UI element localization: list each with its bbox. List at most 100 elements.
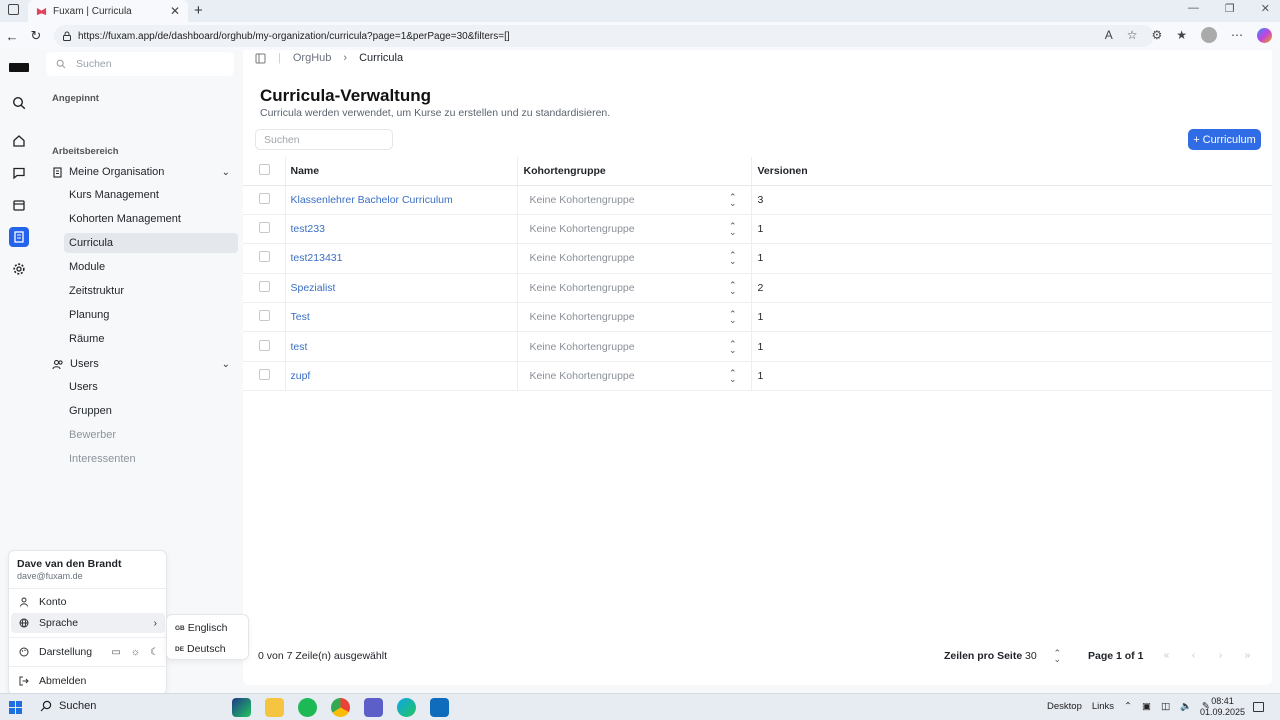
browser-toolbar-right: A ☆ ⚙ ★ ⋯ — [1105, 27, 1272, 43]
row-checkbox[interactable] — [259, 369, 270, 381]
menu-item-sprache[interactable]: Sprache › — [11, 613, 165, 633]
calendar-icon[interactable] — [9, 195, 29, 215]
kohortengruppe-select[interactable]: Keine Kohortengruppe ⌃ ⌄ — [524, 280, 745, 295]
window-menu-icon[interactable] — [8, 4, 19, 15]
edge-icon[interactable] — [397, 698, 416, 717]
curriculum-name-link[interactable]: Klassenlehrer Bachelor Curriculum — [291, 194, 453, 206]
select-all-checkbox[interactable] — [259, 163, 270, 175]
spotify-icon[interactable] — [298, 698, 317, 717]
sidebar-item-module[interactable]: Module — [64, 257, 238, 277]
add-curriculum-button[interactable]: + Curriculum — [1188, 129, 1261, 150]
desktop-label[interactable]: Desktop — [1047, 701, 1082, 712]
reload-icon[interactable]: ↻ — [24, 28, 48, 44]
chat-icon[interactable] — [9, 163, 29, 183]
sidebar-search-input[interactable]: Suchen — [46, 52, 234, 76]
tray-app-icon[interactable]: ▣ — [1142, 701, 1151, 712]
sidebar-item-kurs-management[interactable]: Kurs Management — [64, 185, 238, 205]
copilot-icon[interactable] — [1257, 27, 1272, 43]
links-label[interactable]: Links — [1092, 701, 1114, 712]
clock[interactable]: 08:41 01.09.2025 — [1200, 696, 1245, 718]
sidebar-item-interessenten[interactable]: Interessenten — [64, 449, 238, 469]
curriculum-name-link[interactable]: test — [291, 341, 308, 353]
menu-item-konto[interactable]: Konto — [11, 592, 165, 612]
widgets-app-icon[interactable] — [232, 698, 251, 717]
sidebar-item-raeume[interactable]: Räume — [64, 329, 238, 349]
sidebar-item-gruppen[interactable]: Gruppen — [64, 401, 238, 421]
sidebar-item-planung[interactable]: Planung — [64, 305, 238, 325]
row-checkbox[interactable] — [259, 251, 270, 263]
next-page-icon[interactable]: › — [1211, 647, 1230, 664]
windows-start-icon[interactable] — [9, 701, 22, 714]
chevron-updown-icon: ⌃ ⌄ — [728, 191, 737, 208]
curriculum-name-link[interactable]: zupf — [291, 370, 311, 382]
search-icon[interactable] — [9, 93, 29, 113]
column-header-name[interactable]: Name — [285, 157, 518, 186]
row-checkbox[interactable] — [259, 280, 270, 292]
kohortengruppe-select[interactable]: Keine Kohortengruppe ⌃ ⌄ — [524, 191, 745, 208]
table-search-input[interactable]: Suchen — [255, 129, 393, 150]
row-checkbox[interactable] — [259, 192, 270, 204]
kohortengruppe-select[interactable]: Keine Kohortengruppe ⌃ ⌄ — [524, 369, 745, 384]
teams-icon[interactable] — [364, 698, 383, 717]
sidebar-toggle-icon[interactable] — [255, 53, 266, 64]
notification-icon[interactable] — [1253, 702, 1264, 712]
curriculum-name-link[interactable]: Test — [291, 311, 310, 323]
back-icon[interactable]: ← — [0, 29, 24, 44]
profile-avatar[interactable] — [1201, 27, 1217, 43]
laptop-icon[interactable]: ▭ — [111, 647, 120, 658]
outlook-icon[interactable] — [430, 698, 449, 717]
language-option-deutsch[interactable]: DE Deutsch — [169, 639, 246, 659]
kohortengruppe-select[interactable]: Keine Kohortengruppe ⌃ ⌄ — [524, 310, 745, 325]
curriculum-name-link[interactable]: test213431 — [291, 252, 343, 264]
sun-icon[interactable]: ☼ — [131, 647, 140, 658]
chrome-icon[interactable] — [331, 698, 350, 717]
curriculum-name-link[interactable]: test233 — [291, 223, 325, 235]
kohortengruppe-select[interactable]: Keine Kohortengruppe ⌃ ⌄ — [524, 251, 745, 266]
file-explorer-icon[interactable] — [265, 698, 284, 717]
taskbar-search[interactable]: Suchen — [40, 700, 96, 712]
kohortengruppe-select[interactable]: Keine Kohortengruppe ⌃ ⌄ — [524, 222, 745, 237]
kohortengruppe-cell: Keine Kohortengruppe ⌃ ⌄ — [517, 243, 752, 274]
maximize-icon[interactable]: ❐ — [1225, 2, 1235, 15]
kohortengruppe-value: Keine Kohortengruppe — [529, 193, 635, 206]
moon-icon[interactable]: ☾ — [150, 647, 159, 658]
sidebar-group-users[interactable]: Users ⌄ — [52, 358, 238, 370]
first-page-icon[interactable]: « — [1157, 647, 1176, 664]
row-checkbox[interactable] — [259, 222, 270, 234]
more-icon[interactable]: ⋯ — [1231, 28, 1243, 42]
network-icon[interactable]: ◫ — [1161, 701, 1170, 712]
orghub-icon[interactable] — [9, 227, 29, 247]
sidebar-item-bewerber[interactable]: Bewerber — [64, 425, 238, 445]
favorites-icon[interactable]: ★ — [1176, 28, 1187, 42]
read-aloud-icon[interactable]: A — [1105, 28, 1113, 42]
home-icon[interactable] — [9, 131, 29, 151]
breadcrumb-orghub[interactable]: OrgHub — [293, 52, 332, 64]
language-option-englisch[interactable]: GB Englisch — [169, 618, 246, 638]
chevron-up-icon[interactable]: ⌃ — [1124, 701, 1132, 712]
kohortengruppe-select[interactable]: Keine Kohortengruppe ⌃ ⌄ — [524, 339, 745, 354]
curriculum-name-link[interactable]: Spezialist — [291, 282, 336, 294]
tab-close-icon[interactable]: ✕ — [170, 4, 180, 18]
settings-gear-icon[interactable] — [9, 259, 29, 279]
prev-page-icon[interactable]: ‹ — [1184, 647, 1203, 664]
minimize-icon[interactable]: — — [1188, 2, 1199, 15]
volume-icon[interactable]: 🔈 — [1180, 701, 1192, 712]
address-bar[interactable]: https://fuxam.app/de/dashboard/orghub/my… — [54, 25, 1154, 47]
app-logo-icon[interactable] — [9, 63, 29, 72]
sidebar-group-organisation[interactable]: Meine Organisation ⌄ — [52, 166, 238, 178]
row-checkbox[interactable] — [259, 339, 270, 351]
menu-divider — [9, 588, 166, 589]
last-page-icon[interactable]: » — [1238, 647, 1257, 664]
menu-item-abmelden[interactable]: Abmelden — [11, 671, 165, 691]
browser-tab[interactable]: Fuxam | Curricula ✕ — [28, 0, 188, 22]
new-tab-icon[interactable]: + — [194, 2, 203, 19]
extensions-icon[interactable]: ⚙ — [1151, 28, 1162, 42]
sidebar-item-kohorten-management[interactable]: Kohorten Management — [64, 209, 238, 229]
close-window-icon[interactable]: ✕ — [1261, 2, 1270, 15]
sidebar-item-users[interactable]: Users — [64, 377, 238, 397]
rows-per-page-select[interactable]: 30 ⌃ ⌄ — [1025, 648, 1061, 664]
favorite-star-icon[interactable]: ☆ — [1127, 28, 1138, 42]
row-checkbox[interactable] — [259, 310, 270, 322]
sidebar-item-curricula[interactable]: Curricula — [64, 233, 238, 253]
sidebar-item-zeitstruktur[interactable]: Zeitstruktur — [64, 281, 238, 301]
